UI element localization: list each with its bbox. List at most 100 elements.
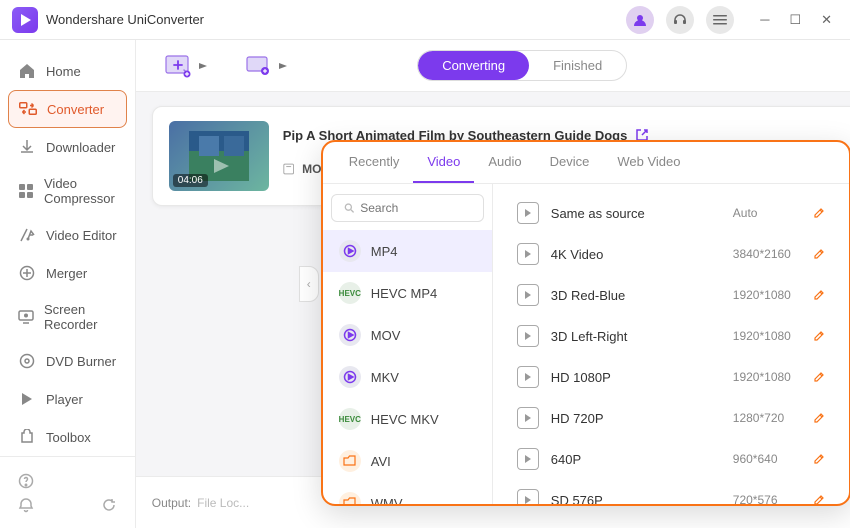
quality-res-4: 1920*1080 <box>733 370 813 384</box>
quality-row-4k[interactable]: 4K Video 3840*2160 <box>501 234 841 274</box>
sidebar-label-converter: Converter <box>47 102 104 117</box>
quality-res-1: 3840*2160 <box>733 247 813 261</box>
close-button[interactable]: ✕ <box>815 10 838 30</box>
finished-tab[interactable]: Finished <box>529 51 626 80</box>
quality-play-icon-6 <box>517 448 539 470</box>
sidebar-item-downloader[interactable]: Downloader <box>0 128 135 166</box>
quality-row-sd-576p[interactable]: SD 576P 720*576 <box>501 480 841 504</box>
screen-recorder-icon <box>18 308 34 326</box>
converting-tab[interactable]: Converting <box>418 51 529 80</box>
quality-row-hd-720p[interactable]: HD 720P 1280*720 <box>501 398 841 438</box>
quality-name-4: HD 1080P <box>551 370 733 385</box>
format-tab-web-video[interactable]: Web Video <box>603 142 694 183</box>
title-controls: ─ ☐ ✕ <box>626 6 838 34</box>
sidebar-item-converter[interactable]: Converter <box>8 90 127 128</box>
format-tab-device[interactable]: Device <box>536 142 604 183</box>
sidebar-item-video-editor[interactable]: Video Editor <box>0 216 135 254</box>
avi-icon <box>339 450 361 472</box>
device-tab-label: Device <box>550 154 590 169</box>
conversion-tab-group: Converting Finished <box>417 50 627 81</box>
quality-edit-7[interactable] <box>813 492 825 504</box>
quality-play-icon-7 <box>517 489 539 504</box>
app-icon <box>12 7 38 33</box>
quality-res-5: 1280*720 <box>733 411 813 425</box>
format-avi-label: AVI <box>371 454 391 469</box>
add-screen-button[interactable] <box>234 46 298 86</box>
web-video-tab-label: Web Video <box>617 154 680 169</box>
format-wmv-label: WMV <box>371 496 403 505</box>
sidebar-item-toolbox[interactable]: Toolbox <box>0 418 135 456</box>
format-item-mp4[interactable]: MP4 <box>323 230 492 272</box>
quality-row-hd-1080p[interactable]: HD 1080P 1920*1080 <box>501 357 841 397</box>
maximize-button[interactable]: ☐ <box>783 10 807 30</box>
format-hevc-mp4-label: HEVC MP4 <box>371 286 437 301</box>
quality-edit-0[interactable] <box>813 205 825 221</box>
sidebar-bottom-notifications[interactable] <box>18 497 34 518</box>
home-icon <box>18 62 36 80</box>
video-compressor-icon <box>18 182 34 200</box>
output-label: Output: <box>152 496 191 510</box>
sidebar-bottom <box>0 456 135 528</box>
quality-name-1: 4K Video <box>551 247 733 262</box>
quality-edit-1[interactable] <box>813 246 825 262</box>
sidebar: Home Converter Downloader Video Compress… <box>0 40 136 528</box>
quality-row-3d-left-right[interactable]: 3D Left-Right 1920*1080 <box>501 316 841 356</box>
quality-row-640p[interactable]: 640P 960*640 <box>501 439 841 479</box>
toolbar: Converting Finished High Speed Conversio… <box>136 40 850 92</box>
quality-name-5: HD 720P <box>551 411 733 426</box>
toolbox-icon <box>18 428 36 446</box>
sidebar-item-home[interactable]: Home <box>0 52 135 90</box>
add-files-icon <box>164 52 192 80</box>
menu-icon[interactable] <box>706 6 734 34</box>
format-item-wmv[interactable]: WMV <box>323 482 492 504</box>
format-item-mov[interactable]: MOV <box>323 314 492 356</box>
hevc-mp4-icon: HEVC <box>339 282 361 304</box>
format-picker: Recently Video Audio Device Web Video <box>321 140 850 506</box>
headset-icon[interactable] <box>666 6 694 34</box>
video-thumbnail: 04:06 <box>169 121 269 191</box>
quality-res-3: 1920*1080 <box>733 329 813 343</box>
format-tab-recently[interactable]: Recently <box>335 142 414 183</box>
format-item-mkv[interactable]: MKV <box>323 356 492 398</box>
format-body: MP4 HEVC HEVC MP4 MOV <box>323 184 849 504</box>
sidebar-item-screen-recorder[interactable]: Screen Recorder <box>0 292 135 342</box>
sidebar-item-merger[interactable]: Merger <box>0 254 135 292</box>
format-icon <box>283 162 294 176</box>
format-tab-audio[interactable]: Audio <box>474 142 535 183</box>
sidebar-label-player: Player <box>46 392 83 407</box>
search-input[interactable] <box>360 201 471 215</box>
quality-edit-5[interactable] <box>813 410 825 426</box>
app-title: Wondershare UniConverter <box>46 12 626 27</box>
quality-play-icon-0 <box>517 202 539 224</box>
sidebar-item-video-compressor[interactable]: Video Compressor <box>0 166 135 216</box>
sidebar-bottom-refresh[interactable] <box>101 497 117 518</box>
quality-row-same-as-source[interactable]: Same as source Auto <box>501 193 841 233</box>
content-area: Converting Finished High Speed Conversio… <box>136 40 850 528</box>
format-item-hevc-mkv[interactable]: HEVC HEVC MKV <box>323 398 492 440</box>
format-mp4-label: MP4 <box>371 244 398 259</box>
format-item-avi[interactable]: AVI <box>323 440 492 482</box>
quality-edit-6[interactable] <box>813 451 825 467</box>
sidebar-item-dvd-burner[interactable]: DVD Burner <box>0 342 135 380</box>
recently-tab-label: Recently <box>349 154 400 169</box>
hevc-mkv-icon: HEVC <box>339 408 361 430</box>
quality-name-0: Same as source <box>551 206 733 221</box>
add-files-button[interactable] <box>154 46 218 86</box>
mkv-icon <box>339 366 361 388</box>
quality-res-2: 1920*1080 <box>733 288 813 302</box>
format-tab-video[interactable]: Video <box>413 142 474 183</box>
merger-icon <box>18 264 36 282</box>
quality-edit-3[interactable] <box>813 328 825 344</box>
format-item-hevc-mp4[interactable]: HEVC HEVC MP4 <box>323 272 492 314</box>
sidebar-label-merger: Merger <box>46 266 87 281</box>
sidebar-item-player[interactable]: Player <box>0 380 135 418</box>
format-search-box[interactable] <box>331 194 484 222</box>
sidebar-collapse-button[interactable]: ‹ <box>299 266 319 302</box>
user-avatar[interactable] <box>626 6 654 34</box>
quality-edit-4[interactable] <box>813 369 825 385</box>
quality-edit-2[interactable] <box>813 287 825 303</box>
sidebar-bottom-help[interactable] <box>0 465 135 497</box>
minimize-button[interactable]: ─ <box>754 10 775 29</box>
quality-row-3d-red-blue[interactable]: 3D Red-Blue 1920*1080 <box>501 275 841 315</box>
quality-name-3: 3D Left-Right <box>551 329 733 344</box>
